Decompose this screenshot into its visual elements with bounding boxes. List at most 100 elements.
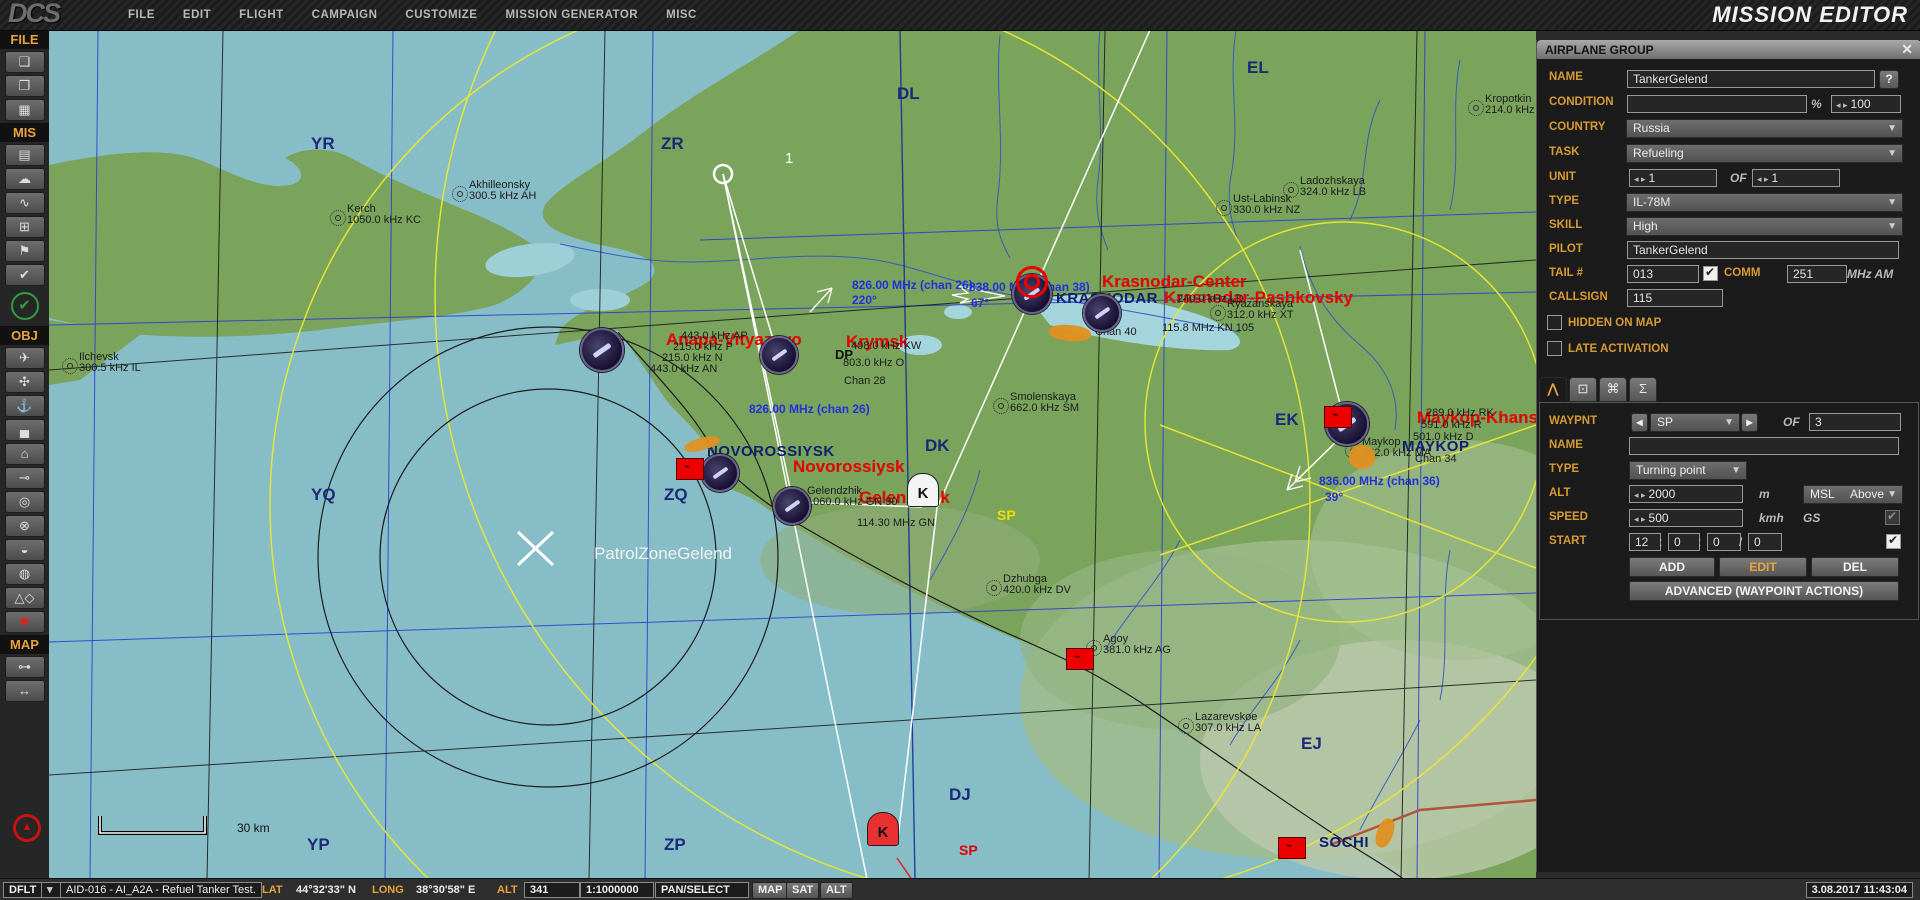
comm-unit-label: MHz AM <box>1847 267 1893 281</box>
group-start-marker-blue-start[interactable]: K <box>907 473 939 507</box>
measure-distance-button[interactable]: ↔ <box>5 680 45 702</box>
group-name-input[interactable]: TankerGelend <box>1627 70 1875 88</box>
start-minutes-input[interactable]: 0 <box>1668 533 1700 551</box>
open-mission-button[interactable]: ❒ <box>5 75 45 97</box>
altitude-mode-select[interactable]: MSL Above ▼ <box>1803 485 1903 504</box>
callsign-input[interactable]: 115 <box>1627 289 1723 307</box>
add-airplane-button[interactable]: ✈ <box>5 347 45 369</box>
unit-of-stepper[interactable]: ◂ ▸1 <box>1752 169 1840 187</box>
triggers-button[interactable]: ∿ <box>5 192 45 214</box>
waypoint-type-select[interactable]: Turning point▼ <box>1629 461 1747 480</box>
late-activation-checkbox[interactable] <box>1547 341 1562 356</box>
add-static-button[interactable]: ⌂ <box>5 443 45 465</box>
mouse-mode-field[interactable]: PAN/SELECT <box>655 882 749 898</box>
skill-select[interactable]: High▼ <box>1626 217 1903 236</box>
stepper-arrows-icon[interactable]: ◂ ▸ <box>1634 174 1646 184</box>
add-farp-button[interactable]: ◒ <box>5 539 45 561</box>
route-tool-button[interactable]: ⊸ <box>5 467 45 489</box>
add-vehicle-button[interactable]: ▄ <box>5 419 45 441</box>
start-hours-input[interactable]: 12 <box>1629 533 1661 551</box>
airport-icon-anapa[interactable] <box>580 328 624 372</box>
record-indicator-icon[interactable]: ▲ <box>13 814 41 842</box>
map-scale-field[interactable]: 1:1000000 <box>580 882 654 898</box>
close-icon[interactable]: ✕ <box>1901 41 1913 58</box>
red-unit-icon[interactable] <box>1278 837 1306 859</box>
group-start-marker-red-start[interactable]: K <box>867 812 899 846</box>
add-helicopter-button[interactable]: ✣ <box>5 371 45 393</box>
add-waypoint-button[interactable]: ADD <box>1629 557 1715 577</box>
hidden-on-map-checkbox[interactable] <box>1547 315 1562 330</box>
start-seconds-input[interactable]: 0 <box>1707 533 1741 551</box>
waypoint-select[interactable]: SP▼ <box>1650 413 1740 432</box>
country-select[interactable]: Russia▼ <box>1626 119 1903 138</box>
map-layer-button[interactable]: MAP <box>752 882 788 899</box>
pilot-name-input[interactable]: TankerGelend <box>1627 241 1899 259</box>
tab-total[interactable]: Σ <box>1629 377 1657 402</box>
map-options-button[interactable]: ⊶ <box>5 656 45 678</box>
airport-icon-gelendzhik[interactable] <box>773 487 811 525</box>
help-button[interactable]: ? <box>1879 70 1899 89</box>
menu-item-flight[interactable]: FLIGHT <box>239 9 284 21</box>
unit-count-stepper[interactable]: ◂ ▸1 <box>1629 169 1717 187</box>
stepper-arrows-icon[interactable]: ◂ ▸ <box>1634 490 1646 500</box>
weather-button[interactable]: ☁ <box>5 168 45 190</box>
airport-icon-krymsk[interactable] <box>760 336 798 374</box>
waypoint-name-input[interactable] <box>1629 437 1899 455</box>
stepper-arrows-icon[interactable]: ◂ ▸ <box>1836 100 1848 110</box>
menu-item-campaign[interactable]: CAMPAIGN <box>312 9 378 21</box>
waypoint-name-label: NAME <box>1549 439 1583 451</box>
start-time-checkbox[interactable] <box>1886 534 1901 549</box>
panel-header[interactable]: AIRPLANE GROUP ✕ <box>1537 40 1920 59</box>
start-day-input[interactable]: 0 <box>1748 533 1782 551</box>
add-template-button[interactable]: ◍ <box>5 563 45 585</box>
comm-checkbox[interactable] <box>1703 266 1718 281</box>
red-unit-icon[interactable] <box>1066 648 1094 670</box>
add-bullseye-button[interactable]: ⊗ <box>5 515 45 537</box>
goals-button[interactable]: ✔ <box>5 264 45 286</box>
condition-input[interactable] <box>1627 95 1807 113</box>
task-select[interactable]: Refueling▼ <box>1626 144 1903 163</box>
speed-stepper[interactable]: ◂ ▸500 <box>1629 509 1743 527</box>
theme-select[interactable]: DFLT <box>3 882 45 898</box>
menu-item-misc[interactable]: MISC <box>666 9 697 21</box>
menu-item-mission-generator[interactable]: MISSION GENERATOR <box>505 9 638 21</box>
adjust-button[interactable]: ⊞ <box>5 216 45 238</box>
prev-waypoint-button[interactable]: ◂ <box>1631 413 1648 432</box>
flags-button[interactable]: ⚑ <box>5 240 45 262</box>
waypnt-label: WAYPNT <box>1549 415 1597 427</box>
tab-summary[interactable]: ⊡ <box>1569 377 1597 402</box>
briefing-button[interactable]: ▤ <box>5 144 45 166</box>
tab-route[interactable]: ⋀ <box>1539 377 1567 404</box>
add-shapes-button[interactable]: △◇ <box>5 587 45 609</box>
unit-label: UNIT <box>1549 171 1576 183</box>
altitude-stepper[interactable]: ◂ ▸2000 <box>1629 485 1743 503</box>
delete-object-button[interactable]: ✖ <box>5 611 45 633</box>
red-unit-icon[interactable] <box>1324 406 1352 428</box>
next-waypoint-button[interactable]: ▸ <box>1741 413 1758 432</box>
add-ship-button[interactable]: ⚓ <box>5 395 45 417</box>
map-canvas[interactable]: YRZRDLELYQZQDKEKDJEJYPZPNOVOROSSIYSKKRAS… <box>49 30 1536 880</box>
aircraft-type-select[interactable]: IL-78M▼ <box>1626 193 1903 212</box>
edit-waypoint-button[interactable]: EDIT <box>1719 557 1807 577</box>
menu-item-customize[interactable]: CUSTOMIZE <box>405 9 477 21</box>
advanced-waypoint-actions-button[interactable]: ADVANCED (WAYPOINT ACTIONS) <box>1629 581 1899 601</box>
stepper-arrows-icon[interactable]: ◂ ▸ <box>1757 174 1769 184</box>
red-unit-icon[interactable] <box>676 458 704 480</box>
probability-stepper[interactable]: ◂ ▸100 <box>1831 95 1901 113</box>
comm-frequency-input[interactable]: 251 <box>1787 265 1847 283</box>
tail-number-input[interactable]: 013 <box>1627 265 1699 283</box>
add-zone-button[interactable]: ◎ <box>5 491 45 513</box>
menu-item-file[interactable]: FILE <box>128 9 155 21</box>
hidden-on-map-label: HIDDEN ON MAP <box>1568 317 1661 329</box>
save-mission-button[interactable]: ▦ <box>5 99 45 121</box>
stepper-arrows-icon[interactable]: ◂ ▸ <box>1634 514 1646 524</box>
tab-systems[interactable]: ⌘ <box>1599 377 1627 402</box>
sat-layer-button[interactable]: SAT <box>786 882 819 899</box>
menu-item-edit[interactable]: EDIT <box>183 9 211 21</box>
mission-name-field[interactable]: AID-016 - AI_A2A - Refuel Tanker Test. <box>60 882 262 898</box>
alt-layer-button[interactable]: ALT <box>820 882 853 899</box>
new-mission-button[interactable]: ❏ <box>5 51 45 73</box>
airport-icon-novorossiysk[interactable] <box>701 454 739 492</box>
airport-icon-krasnodar-pashkovsky[interactable] <box>1083 294 1121 332</box>
delete-waypoint-button[interactable]: DEL <box>1811 557 1899 577</box>
